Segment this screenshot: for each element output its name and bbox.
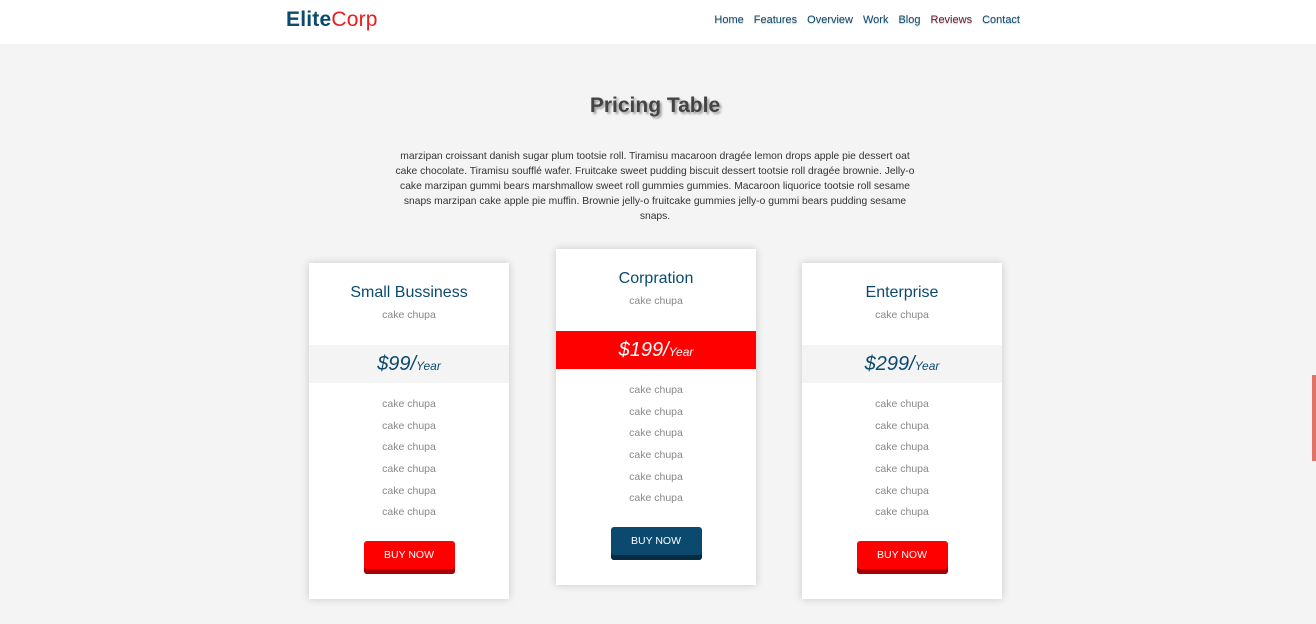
pricing-card-small-business: Small Bussiness cake chupa $99/Year cake… bbox=[309, 263, 509, 599]
price-amount: $299/ bbox=[864, 353, 915, 375]
section-description: marzipan croissant danish sugar plum too… bbox=[395, 151, 915, 222]
feature-item: cake chupa bbox=[629, 405, 683, 418]
feature-item: cake chupa bbox=[382, 419, 436, 432]
price-period: Year bbox=[416, 359, 441, 373]
feature-list: cake chupa cake chupa cake chupa cake ch… bbox=[309, 394, 509, 524]
plan-subtitle: cake chupa bbox=[629, 295, 683, 307]
feature-item: cake chupa bbox=[629, 384, 683, 396]
nav-item-features[interactable]: Features bbox=[754, 14, 797, 26]
feature-item: cake chupa bbox=[629, 470, 683, 483]
brand-part-corp: Corp bbox=[331, 8, 378, 31]
feature-item: cake chupa bbox=[382, 463, 436, 476]
plan-name: Corpration bbox=[618, 270, 694, 287]
pricing-card-corporation: Corpration cake chupa $199/Year cake chu… bbox=[556, 249, 756, 585]
price-band: $199/Year bbox=[556, 331, 756, 369]
buy-now-button[interactable]: BUY NOW bbox=[610, 527, 702, 561]
price-period: Year bbox=[668, 345, 694, 359]
feature-list: cake chupa cake chupa cake chupa cake ch… bbox=[802, 394, 1002, 524]
feature-item: cake chupa bbox=[875, 441, 929, 454]
feature-item: cake chupa bbox=[875, 398, 929, 410]
feature-item: cake chupa bbox=[629, 492, 683, 505]
nav-item-blog[interactable]: Blog bbox=[898, 14, 920, 26]
nav-item-reviews[interactable]: Reviews bbox=[931, 14, 973, 26]
price-band: $99/Year bbox=[309, 345, 509, 383]
pricing-card-enterprise: Enterprise cake chupa $299/Year cake chu… bbox=[802, 263, 1002, 599]
nav-item-work[interactable]: Work bbox=[863, 14, 888, 26]
nav-item-overview[interactable]: Overview bbox=[807, 14, 853, 26]
plan-name: Small Bussiness bbox=[350, 284, 468, 301]
buy-now-button[interactable]: BUY NOW bbox=[363, 541, 455, 575]
brand-part-elite: Elite bbox=[286, 8, 332, 31]
feature-item: cake chupa bbox=[875, 506, 929, 519]
nav-item-home[interactable]: Home bbox=[714, 14, 743, 26]
price-amount: $99/ bbox=[377, 353, 417, 375]
price-band: $299/Year bbox=[802, 345, 1002, 383]
feature-item: cake chupa bbox=[629, 427, 683, 440]
feature-item: cake chupa bbox=[382, 506, 436, 519]
price-amount: $199/ bbox=[618, 339, 669, 361]
feature-item: cake chupa bbox=[875, 463, 929, 476]
plan-subtitle: cake chupa bbox=[875, 309, 929, 321]
plan-subtitle: cake chupa bbox=[382, 309, 436, 321]
feature-item: cake chupa bbox=[382, 484, 436, 497]
main-nav: Home Features Overview Work Blog Reviews… bbox=[714, 14, 1020, 26]
price-period: Year bbox=[914, 359, 940, 373]
feature-item: cake chupa bbox=[875, 419, 929, 432]
feature-list: cake chupa cake chupa cake chupa cake ch… bbox=[556, 380, 756, 510]
section-title: Pricing Table bbox=[589, 94, 721, 117]
scrollbar-marker[interactable] bbox=[1312, 375, 1316, 461]
feature-item: cake chupa bbox=[382, 441, 436, 454]
nav-item-contact[interactable]: Contact bbox=[982, 14, 1020, 26]
plan-name: Enterprise bbox=[865, 284, 939, 301]
top-navbar: EliteCorp Home Features Overview Work Bl… bbox=[0, 0, 1316, 44]
feature-item: cake chupa bbox=[629, 449, 683, 462]
brand-logo[interactable]: EliteCorp bbox=[286, 8, 378, 32]
feature-item: cake chupa bbox=[382, 398, 436, 410]
feature-item: cake chupa bbox=[875, 484, 929, 497]
buy-now-button[interactable]: BUY NOW bbox=[856, 541, 948, 575]
